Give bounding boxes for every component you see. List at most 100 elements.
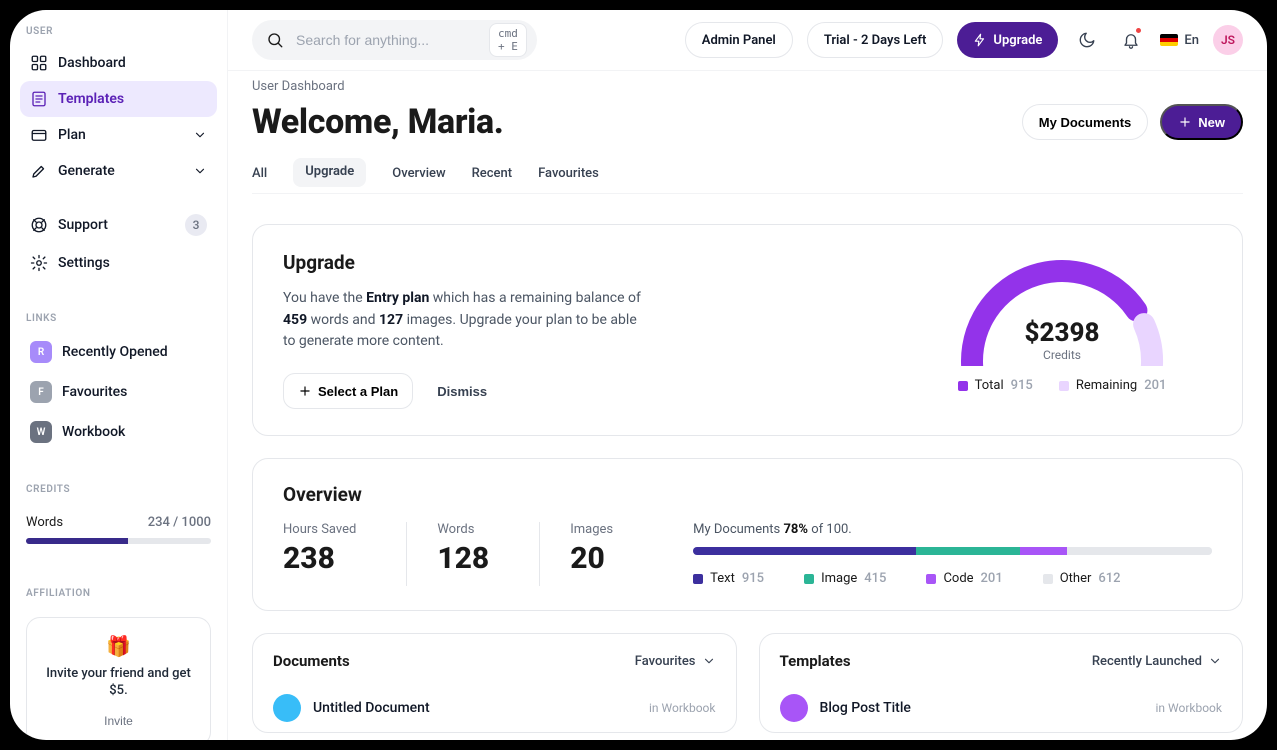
templates-sort-select[interactable]: Recently Launched bbox=[1092, 654, 1222, 669]
legend-item: Image415 bbox=[804, 571, 886, 586]
sidebar-section-links: LINKS bbox=[10, 313, 227, 324]
search-kbd: cmd + E bbox=[489, 23, 527, 57]
credits-amount: $2398 bbox=[1025, 318, 1100, 348]
pen-icon bbox=[30, 162, 48, 180]
main: cmd + E Admin Panel Trial - 2 Days Left … bbox=[228, 10, 1267, 740]
sidebar-item-plan[interactable]: Plan bbox=[20, 117, 217, 153]
search-box[interactable]: cmd + E bbox=[252, 20, 537, 60]
new-button[interactable]: New bbox=[1160, 104, 1243, 140]
upgrade-button[interactable]: Upgrade bbox=[957, 22, 1058, 58]
overview-progress-caption: My Documents 78% of 100. bbox=[693, 522, 1212, 537]
sidebar-link-workbook[interactable]: W Workbook bbox=[20, 412, 217, 452]
user-avatar[interactable]: JS bbox=[1213, 25, 1243, 55]
chevron-down-icon bbox=[1208, 654, 1222, 668]
sidebar-item-generate[interactable]: Generate bbox=[20, 153, 217, 189]
bolt-icon bbox=[973, 33, 987, 47]
support-count-badge: 3 bbox=[185, 214, 207, 236]
chevron-down-icon bbox=[702, 654, 716, 668]
sidebar-item-label: Support bbox=[58, 217, 108, 233]
dismiss-button[interactable]: Dismiss bbox=[431, 383, 493, 400]
legend-item: Code201 bbox=[926, 571, 1002, 586]
language-switch[interactable]: En bbox=[1160, 33, 1199, 48]
credits-label: Credits bbox=[1043, 348, 1081, 362]
sidebar-link-recently-opened[interactable]: R Recently Opened bbox=[20, 332, 217, 372]
tab-all[interactable]: All bbox=[252, 158, 267, 193]
notifications-button[interactable] bbox=[1116, 25, 1146, 55]
tab-overview[interactable]: Overview bbox=[392, 158, 445, 193]
lifebuoy-icon bbox=[30, 216, 48, 234]
sidebar-item-settings[interactable]: Settings bbox=[20, 245, 217, 281]
sidebar-item-label: Workbook bbox=[62, 424, 125, 440]
credits-bar bbox=[26, 538, 211, 544]
template-icon bbox=[30, 90, 48, 108]
doc-meta: in Workbook bbox=[649, 701, 716, 715]
tab-favourites[interactable]: Favourites bbox=[538, 158, 599, 193]
documents-card-title: Documents bbox=[273, 652, 350, 670]
admin-panel-button[interactable]: Admin Panel bbox=[685, 22, 793, 58]
documents-sort-select[interactable]: Favourites bbox=[635, 654, 716, 669]
tab-upgrade[interactable]: Upgrade bbox=[293, 158, 366, 187]
breadcrumb: User Dashboard bbox=[252, 79, 1243, 94]
doc-title: Untitled Document bbox=[313, 700, 430, 716]
doc-icon bbox=[273, 694, 301, 722]
plus-icon bbox=[298, 384, 312, 398]
credits-value: 234 / 1000 bbox=[148, 515, 211, 530]
upgrade-card-title: Upgrade bbox=[283, 251, 872, 274]
moon-icon bbox=[1078, 31, 1096, 49]
stat-words: Words 128 bbox=[406, 522, 539, 586]
chevron-down-icon bbox=[193, 164, 207, 178]
tab-recent[interactable]: Recent bbox=[472, 158, 512, 193]
legend-item: Other612 bbox=[1043, 571, 1121, 586]
wallet-icon bbox=[30, 126, 48, 144]
theme-toggle[interactable] bbox=[1072, 25, 1102, 55]
upgrade-card-text: You have the Entry plan which has a rema… bbox=[283, 288, 643, 353]
sidebar-section-affiliation: AFFILIATION bbox=[10, 588, 227, 599]
doc-meta: in Workbook bbox=[1156, 701, 1223, 715]
chevron-down-icon bbox=[193, 128, 207, 142]
sidebar-item-label: Templates bbox=[58, 91, 124, 107]
overview-card-title: Overview bbox=[283, 483, 1212, 506]
stat-images: Images 20 bbox=[539, 522, 663, 586]
tabs: All Upgrade Overview Recent Favourites bbox=[252, 158, 1243, 194]
documents-card: Documents Favourites Untitled Document i… bbox=[252, 633, 737, 733]
overview-legend: Text915 Image415 Code201 Other612 bbox=[693, 571, 1212, 586]
overview-progress-bar bbox=[693, 547, 1212, 555]
link-icon-r: R bbox=[30, 341, 52, 363]
templates-card-title: Templates bbox=[780, 652, 851, 670]
my-documents-button[interactable]: My Documents bbox=[1022, 104, 1148, 140]
select-plan-button[interactable]: Select a Plan bbox=[283, 373, 413, 409]
sidebar: USER Dashboard Templates Plan Gener bbox=[10, 10, 228, 740]
templates-card: Templates Recently Launched Blog Post Ti… bbox=[759, 633, 1244, 733]
overview-card: Overview Hours Saved 238 Words 128 bbox=[252, 458, 1243, 611]
credits-label: Words bbox=[26, 515, 63, 530]
credits-widget: Words 234 / 1000 bbox=[10, 503, 227, 556]
list-item[interactable]: Blog Post Title in Workbook bbox=[780, 684, 1223, 732]
legend-total: Total 915 bbox=[958, 378, 1033, 393]
credits-gauge: $2398 Credits bbox=[952, 251, 1172, 366]
sidebar-item-support[interactable]: Support 3 bbox=[20, 205, 217, 245]
doc-title: Blog Post Title bbox=[820, 700, 911, 716]
grid-icon bbox=[30, 54, 48, 72]
sidebar-link-favourites[interactable]: F Favourites bbox=[20, 372, 217, 412]
list-item[interactable]: Untitled Document in Workbook bbox=[273, 684, 716, 732]
stat-hours-saved: Hours Saved 238 bbox=[283, 522, 406, 586]
sidebar-item-label: Generate bbox=[58, 163, 115, 179]
flag-de-icon bbox=[1160, 34, 1178, 46]
sidebar-item-templates[interactable]: Templates bbox=[20, 81, 217, 117]
search-input[interactable] bbox=[294, 31, 479, 49]
doc-icon bbox=[780, 694, 808, 722]
legend-item: Text915 bbox=[693, 571, 764, 586]
invite-button[interactable]: Invite bbox=[98, 713, 139, 729]
page-title: Welcome, Maria. bbox=[252, 102, 1010, 142]
search-icon bbox=[266, 31, 284, 49]
trial-pill[interactable]: Trial - 2 Days Left bbox=[807, 22, 944, 58]
affiliation-text: Invite your friend and get $5. bbox=[39, 666, 198, 700]
sidebar-item-label: Plan bbox=[58, 127, 86, 143]
sidebar-item-dashboard[interactable]: Dashboard bbox=[20, 45, 217, 81]
affiliation-card: 🎁 Invite your friend and get $5. Invite bbox=[26, 617, 211, 740]
sidebar-item-label: Favourites bbox=[62, 384, 127, 400]
gear-icon bbox=[30, 254, 48, 272]
link-icon-f: F bbox=[30, 381, 52, 403]
sidebar-item-label: Recently Opened bbox=[62, 344, 168, 360]
sidebar-item-label: Dashboard bbox=[58, 55, 126, 71]
